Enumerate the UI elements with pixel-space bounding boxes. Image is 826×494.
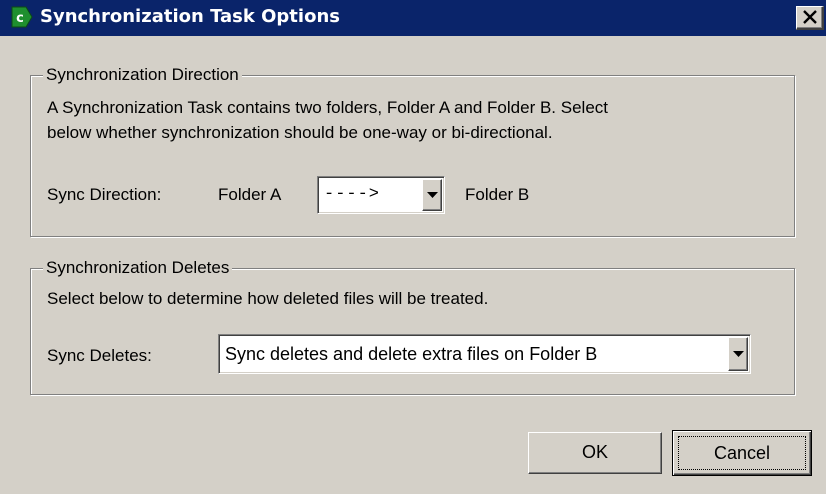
title-bar[interactable]: c Synchronization Task Options <box>0 0 826 36</box>
sync-deletes-value: Sync deletes and delete extra files on F… <box>225 344 598 364</box>
chevron-down-icon <box>427 192 438 198</box>
sync-direction-dropdown[interactable]: ----> <box>317 176 445 214</box>
sync-direction-dropdown-button[interactable] <box>422 179 442 211</box>
chevron-down-icon <box>733 351 744 357</box>
window-title: Synchronization Task Options <box>40 6 340 27</box>
cancel-button-label: Cancel <box>713 443 771 463</box>
dialog-window: c Synchronization Task Options Synchroni… <box>0 0 826 494</box>
folder-a-label: Folder A <box>218 185 282 204</box>
sync-direction-description-line1: A Synchronization Task contains two fold… <box>47 98 608 117</box>
sync-direction-value: ----> <box>324 185 381 204</box>
sync-direction-description-line2: below whether synchronization should be … <box>47 123 553 142</box>
sync-deletes-dropdown-button[interactable] <box>728 337 748 371</box>
folder-b-label: Folder B <box>465 185 530 204</box>
sync-deletes-legend: Synchronization Deletes <box>43 257 233 279</box>
cancel-button[interactable]: Cancel <box>672 430 812 476</box>
sync-deletes-dropdown[interactable]: Sync deletes and delete extra files on F… <box>218 334 751 374</box>
close-x-icon <box>803 10 817 24</box>
svg-text:c: c <box>16 11 24 26</box>
close-button[interactable] <box>796 6 824 30</box>
ok-button-label: OK <box>581 442 608 462</box>
sync-deletes-label: Sync Deletes: <box>47 346 152 365</box>
app-c-arrow-icon: c <box>11 6 33 28</box>
ok-button[interactable]: OK <box>528 432 662 474</box>
sync-direction-label: Sync Direction: <box>47 185 162 204</box>
sync-direction-legend: Synchronization Direction <box>43 64 242 86</box>
sync-deletes-description: Select below to determine how deleted fi… <box>47 289 489 308</box>
